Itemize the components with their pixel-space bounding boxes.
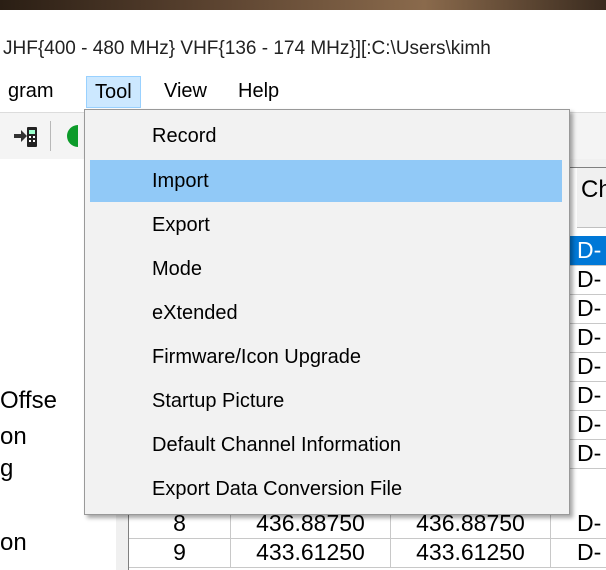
- window-top-edge: [0, 0, 606, 10]
- window-title: JHF{400 - 480 MHz} VHF{136 - 174 MHz}][:…: [3, 38, 491, 59]
- cell-no: 9: [129, 538, 231, 567]
- menu-item-import[interactable]: Import: [90, 160, 562, 202]
- table-row[interactable]: 9 433.61250 433.61250 D-: [129, 538, 606, 568]
- write-to-radio-icon[interactable]: [12, 123, 38, 149]
- menu-view[interactable]: View: [156, 76, 215, 108]
- cell-rx: 433.61250: [231, 538, 391, 567]
- toolbar-separator: [50, 121, 51, 151]
- menu-help[interactable]: Help: [230, 76, 287, 108]
- menu-item-export[interactable]: Export: [90, 204, 562, 246]
- menu-item-startup-picture[interactable]: Startup Picture: [90, 380, 562, 422]
- left-label-g: g: [0, 455, 14, 482]
- cell-tx: 433.61250: [391, 538, 551, 567]
- menu-item-firmware-icon-upgrade[interactable]: Firmware/Icon Upgrade: [90, 336, 562, 378]
- cell-mode[interactable]: D-: [551, 538, 606, 567]
- left-label-on-2: on: [0, 529, 27, 556]
- menu-item-export-data-conversion-file[interactable]: Export Data Conversion File: [90, 468, 562, 510]
- menu-item-record[interactable]: Record: [90, 115, 562, 157]
- tool-menu-dropdown: Record Import Export Mode eXtended Firmw…: [84, 109, 570, 515]
- left-label-on: on: [0, 423, 27, 450]
- green-status-icon[interactable]: [62, 123, 84, 149]
- title-bar: JHF{400 - 480 MHz} VHF{136 - 174 MHz}][:…: [0, 10, 606, 66]
- menu-item-extended[interactable]: eXtended: [90, 292, 562, 334]
- column-header-channel[interactable]: Ch: [577, 168, 606, 228]
- menu-item-default-channel-information[interactable]: Default Channel Information: [90, 424, 562, 466]
- menu-bar: gram Tool View Help: [0, 66, 606, 110]
- menu-program[interactable]: gram: [0, 76, 62, 108]
- menu-item-mode[interactable]: Mode: [90, 248, 562, 290]
- menu-tool[interactable]: Tool: [86, 76, 141, 108]
- left-label-offset: Offse: [0, 387, 57, 414]
